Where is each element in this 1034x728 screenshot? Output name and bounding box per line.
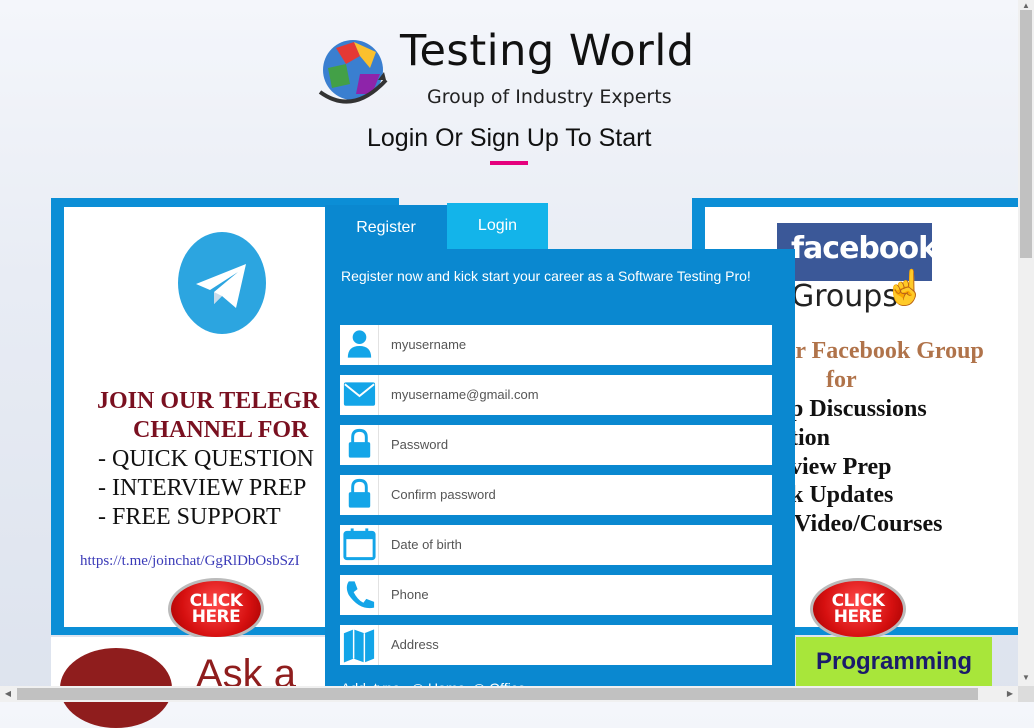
date-of-birth-placeholder: Date of birth (391, 537, 462, 552)
username-placeholder: myusername (391, 337, 467, 352)
telegram-heading-1: JOIN OUR TELEGR (97, 388, 320, 414)
envelope-icon (343, 375, 379, 415)
brand-tagline: Group of Industry Experts (427, 86, 672, 108)
lock-icon (348, 475, 379, 515)
vertical-scroll-thumb[interactable] (1020, 10, 1032, 258)
telegram-heading-2: CHANNEL FOR (133, 417, 309, 443)
email-field[interactable]: myusername@gmail.com (340, 375, 772, 415)
password-field[interactable]: Password (340, 425, 772, 465)
phone-placeholder: Phone (391, 587, 429, 602)
programming-banner-text: Programming (816, 648, 973, 675)
telegram-bullet: - QUICK QUESTION (98, 446, 314, 472)
telegram-link[interactable]: https://t.me/joinchat/GgRlDbOsbSzI (80, 553, 300, 570)
user-icon (347, 325, 379, 365)
form-intro-text: Register now and kick start your career … (341, 268, 751, 284)
scroll-left-arrow-icon[interactable]: ◀ (0, 686, 16, 702)
date-of-birth-field[interactable]: Date of birth (340, 525, 772, 565)
password-placeholder: Password (391, 437, 449, 452)
hand-cursor-icon: ☝ (884, 269, 927, 307)
logo-globe-icon (318, 40, 388, 104)
telegram-bullet: - INTERVIEW PREP (98, 475, 307, 501)
address-field[interactable]: Address (340, 625, 772, 665)
phone-field[interactable]: Phone (340, 575, 772, 615)
here-label: HERE (191, 607, 241, 627)
facebook-click-here-button[interactable]: CLICK HERE (810, 578, 906, 640)
telegram-click-here-button[interactable]: CLICK HERE (168, 578, 264, 640)
horizontal-scroll-thumb[interactable] (17, 688, 978, 700)
facebook-groups-text: Groups (791, 279, 898, 314)
facebook-logo-text: facebook (791, 231, 938, 266)
facebook-bullet: tion (790, 425, 831, 451)
facebook-bullet: Video/Courses (794, 511, 943, 537)
facebook-heading-1: ur Facebook Group (782, 338, 984, 364)
telegram-bullet: - FREE SUPPORT (98, 504, 281, 530)
calendar-icon (343, 525, 379, 565)
page-headline: Login Or Sign Up To Start (367, 124, 652, 152)
confirm-password-placeholder: Confirm password (391, 487, 496, 502)
facebook-bullet: k Updates (790, 482, 894, 508)
username-field[interactable]: myusername (340, 325, 772, 365)
brand-title: Testing World (400, 26, 695, 76)
map-icon (343, 625, 379, 665)
scroll-down-arrow-icon[interactable]: ▼ (1018, 672, 1034, 684)
facebook-bullet: p Discussions (790, 396, 927, 422)
facebook-bullet: view Prep (790, 454, 892, 480)
headline-underline (490, 161, 528, 165)
telegram-icon (178, 232, 266, 334)
tab-register[interactable]: Register (325, 205, 447, 251)
phone-icon (346, 575, 379, 615)
register-form-panel (325, 249, 795, 689)
facebook-heading-2: for (826, 367, 857, 393)
scroll-right-arrow-icon[interactable]: ▶ (1002, 686, 1018, 702)
email-placeholder: myusername@gmail.com (391, 387, 539, 402)
address-placeholder: Address (391, 637, 439, 652)
lock-icon (348, 425, 379, 465)
scrollbar-corner (1018, 686, 1034, 702)
tab-login[interactable]: Login (447, 203, 548, 249)
confirm-password-field[interactable]: Confirm password (340, 475, 772, 515)
here-label: HERE (833, 607, 883, 627)
